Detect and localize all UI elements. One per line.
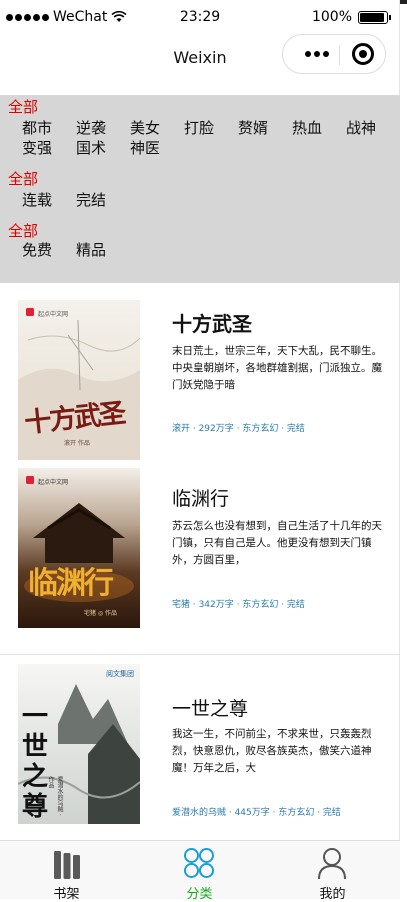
filter-all-status[interactable]: 全部: [8, 168, 38, 189]
filter-option[interactable]: 精品: [76, 239, 106, 260]
filter-option[interactable]: 战神: [346, 117, 376, 138]
book-item[interactable]: 阅文集团 一世之尊 爱潜水的乌贼 · 作品 一世之尊 我这一生，不问前尘，不求来…: [0, 664, 400, 824]
status-bar: WeChat 23:29 100%: [0, 4, 400, 32]
filter-option[interactable]: 都市: [22, 117, 52, 138]
bookshelf-icon: [54, 851, 80, 879]
filter-option[interactable]: 神医: [130, 137, 160, 158]
close-miniprogram-icon[interactable]: [352, 43, 374, 65]
filter-option[interactable]: 打脸: [184, 117, 214, 138]
tab-category[interactable]: 分类: [133, 841, 266, 902]
book-description: 我这一生，不问前尘，不求来世，只轰轰烈烈，快意恩仇，败尽各族英杰，傲笑六道神魔！…: [172, 728, 372, 774]
profile-icon: [318, 848, 346, 880]
filter-option[interactable]: 连载: [22, 189, 52, 210]
filter-option[interactable]: 完结: [76, 189, 106, 210]
filter-option[interactable]: 热血: [292, 117, 322, 138]
list-divider: [0, 654, 400, 655]
filter-all-price[interactable]: 全部: [8, 220, 38, 241]
filter-option[interactable]: 赘婿: [238, 117, 268, 138]
book-title[interactable]: 十方武圣: [172, 308, 252, 337]
navigation-bar: Weixin: [0, 32, 400, 94]
cover-author: 滚开 作品: [64, 440, 90, 447]
book-description: 苏云怎么也没有想到，自己生活了十几年的天门镇，只有自己是人。他更没有想到天门镇外…: [172, 520, 382, 566]
tab-label: 分类: [186, 887, 213, 902]
book-title[interactable]: 临渊行: [172, 484, 229, 511]
cover-author: 宅猪 ◎ 作品: [84, 610, 118, 617]
miniprogram-capsule: [282, 34, 386, 74]
tab-bar: 书架 分类 我的: [0, 840, 400, 902]
filter-option[interactable]: 美女: [130, 117, 160, 138]
filter-option[interactable]: 变强: [22, 137, 52, 158]
book-meta: 滚开 · 292万字 · 东方玄幻 · 完结: [172, 424, 305, 434]
cover-art-image: [24, 476, 134, 602]
phone-screen: WeChat 23:29 100% Weixin 全部 都市 逆袭 美女 打脸 …: [0, 0, 400, 902]
tab-profile[interactable]: 我的: [266, 841, 399, 902]
battery-percent: 100%: [311, 9, 352, 25]
book-title[interactable]: 一世之尊: [172, 694, 248, 721]
book-description: 末日荒土，世宗三年，天下大乱，民不聊生。中央皇朝崩坏，各地群雄割据，门派独立。魔…: [172, 345, 382, 391]
book-meta: 爱潜水的乌贼 · 445万字 · 东方玄幻 · 完结: [172, 808, 341, 818]
book-cover[interactable]: 阅文集团 一世之尊 爱潜水的乌贼 · 作品: [18, 664, 140, 824]
book-item[interactable]: 起点中文网 临渊行 宅猪 ◎ 作品 临渊行 苏云怎么也没有想到，自己生活了十几年…: [0, 468, 400, 628]
more-icon[interactable]: [305, 51, 329, 57]
book-item[interactable]: 起点中文网 十方武圣 滚开 作品 十方武圣 末日荒土，世宗三年，天下大乱，民不聊…: [0, 300, 400, 460]
filter-option[interactable]: 免费: [22, 239, 52, 260]
tab-bookshelf[interactable]: 书架: [0, 841, 133, 902]
tab-label: 书架: [53, 887, 80, 902]
filter-all-genre[interactable]: 全部: [8, 96, 38, 117]
category-icon: [184, 848, 214, 878]
capsule-divider: [339, 45, 340, 65]
cover-author: 爱潜水的乌贼 · 作品: [47, 776, 63, 816]
cover-publisher: 阅文集团: [106, 670, 134, 678]
tab-label: 我的: [319, 887, 346, 902]
filter-option[interactable]: 逆袭: [76, 117, 106, 138]
battery-group: 100%: [311, 9, 391, 25]
battery-icon: [358, 10, 391, 24]
filter-panel: 全部 都市 逆袭 美女 打脸 赘婿 热血 战神 变强 国术 神医 全部 连载 完…: [0, 95, 400, 283]
book-cover[interactable]: 起点中文网 十方武圣 滚开 作品: [18, 300, 140, 460]
filter-option[interactable]: 国术: [76, 137, 106, 158]
book-cover[interactable]: 起点中文网 临渊行 宅猪 ◎ 作品: [18, 468, 140, 628]
cover-publisher: 起点中文网: [38, 311, 69, 318]
book-meta: 宅猪 · 342万字 · 东方玄幻 · 完结: [172, 600, 305, 610]
cover-title: 临渊行: [28, 566, 114, 601]
cover-publisher: 起点中文网: [38, 479, 69, 486]
